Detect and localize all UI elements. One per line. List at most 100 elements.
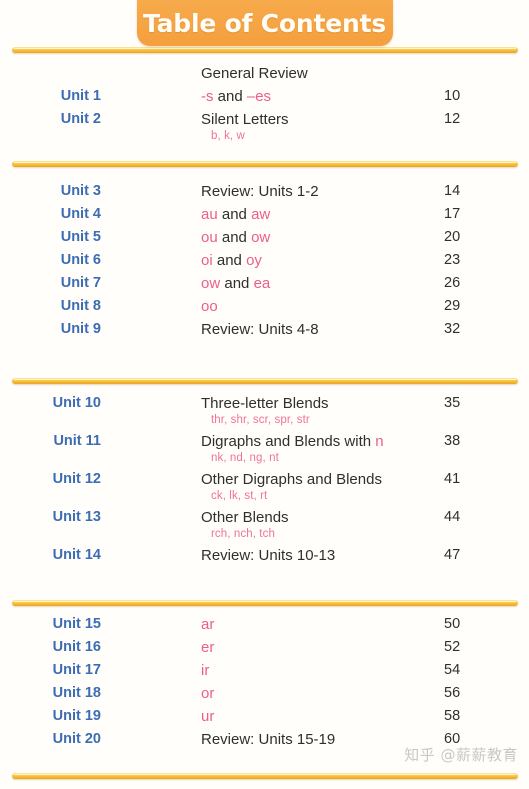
- phonics-token: -s: [201, 88, 214, 105]
- toc-row[interactable]: Unit 19 ur 58: [0, 705, 529, 728]
- phonics-token: ur: [201, 708, 215, 725]
- unit-label: Unit 20: [52, 731, 101, 747]
- page-number: 60: [444, 731, 461, 747]
- page-number: 20: [444, 229, 461, 245]
- page-number: 50: [444, 616, 461, 632]
- phonics-token: au: [201, 206, 218, 223]
- title-token: Other Blends: [201, 509, 289, 526]
- toc-row[interactable]: Unit 15 ar 50: [0, 613, 529, 636]
- entry-title: General Review: [101, 62, 424, 85]
- entry-subtext: b, k, w: [211, 130, 245, 142]
- unit-label: Unit 13: [52, 509, 101, 525]
- toc-section-4: Unit 15 ar 50 Unit 16 er 52 Unit 17 ir 54 Unit 18…: [0, 613, 529, 751]
- toc-row[interactable]: Unit 6 oi and oy 23: [0, 249, 529, 272]
- entry-title: ir: [101, 659, 424, 682]
- toc-row[interactable]: Unit 5 ou and ow 20: [0, 226, 529, 249]
- toc-row[interactable]: Unit 13 Other Blends rch, nch, tch 44: [0, 506, 529, 544]
- page-number: 38: [444, 433, 461, 449]
- phonics-token: ea: [253, 275, 271, 292]
- phonics-token: oi: [201, 252, 213, 269]
- phonics-token: ir: [201, 662, 210, 679]
- entry-title-text: Digraphs and Blends with n: [201, 433, 384, 450]
- unit-label: Unit 4: [60, 206, 101, 222]
- toc-row[interactable]: Unit 7 ow and ea 26: [0, 272, 529, 295]
- page-number: 52: [444, 639, 461, 655]
- entry-title-text: au and aw: [201, 206, 270, 223]
- page-number: 14: [444, 183, 461, 199]
- entry-subtext: nk, nd, ng, nt: [211, 452, 279, 464]
- page-number: 10: [444, 88, 461, 104]
- entry-title: oo: [101, 295, 424, 318]
- toc-row[interactable]: Unit 17 ir 54: [0, 659, 529, 682]
- phonics-token: oo: [201, 298, 218, 315]
- page-number: 12: [444, 111, 461, 127]
- phonics-token: aw: [251, 206, 271, 223]
- entry-title-text: ur: [201, 708, 214, 725]
- entry-title: au and aw: [101, 203, 424, 226]
- toc-row[interactable]: Unit 2 Silent Letters b, k, w 12: [0, 108, 529, 146]
- toc-section-2: Unit 3 Review: Units 1-2 14 Unit 4 au and aw…: [0, 180, 529, 341]
- toc-section-1: General Review Unit 1 -s and –es 10 Unit 2 Si…: [0, 62, 529, 146]
- entry-title: or: [101, 682, 424, 705]
- entry-title: ar: [101, 613, 424, 636]
- phonics-token: ow: [251, 229, 271, 246]
- entry-title-text: Three-letter Blends: [201, 395, 329, 412]
- title-token: and: [213, 88, 247, 105]
- title-token: and: [212, 252, 247, 269]
- unit-label: Unit 2: [60, 111, 101, 127]
- toc-row[interactable]: General Review: [0, 62, 529, 85]
- title-token: Other Digraphs and Blends: [201, 471, 382, 488]
- entry-title-text: Review: Units 10-13: [201, 547, 335, 564]
- entry-subtext: thr, shr, scr, spr, str: [211, 414, 310, 426]
- entry-title-text: Review: Units 1-2: [201, 183, 319, 200]
- title-token: Review: Units 15-19: [201, 731, 336, 748]
- title-token: General Review: [201, 65, 308, 82]
- entry-title: Review: Units 4-8: [101, 318, 424, 341]
- toc-row[interactable]: Unit 11 Digraphs and Blends with n nk, nd,…: [0, 430, 529, 468]
- title-token: Review: Units 1-2: [201, 183, 319, 200]
- entry-title-text: ou and ow: [201, 229, 270, 246]
- divider-rule-bottom: [12, 773, 518, 779]
- toc-row[interactable]: Unit 10 Three-letter Blends thr, shr, scr,…: [0, 392, 529, 430]
- phonics-token: oy: [246, 252, 262, 269]
- toc-row[interactable]: Unit 9 Review: Units 4-8 32: [0, 318, 529, 341]
- page-number: 58: [444, 708, 461, 724]
- page-number: 41: [444, 471, 461, 487]
- entry-title-text: oi and oy: [201, 252, 262, 269]
- title-banner: Table of Contents: [136, 0, 393, 46]
- entry-subtext: ck, lk, st, rt: [211, 490, 268, 502]
- toc-row[interactable]: Unit 4 au and aw 17: [0, 203, 529, 226]
- unit-label: Unit 5: [60, 229, 101, 245]
- title-token: Three-letter Blends: [201, 395, 329, 412]
- toc-row[interactable]: Unit 12 Other Digraphs and Blends ck, lk, …: [0, 468, 529, 506]
- toc-row[interactable]: Unit 18 or 56: [0, 682, 529, 705]
- toc-row[interactable]: Unit 8 oo 29: [0, 295, 529, 318]
- toc-row[interactable]: Unit 20 Review: Units 15-19 60: [0, 728, 529, 751]
- title-token: Silent Letters: [201, 111, 289, 128]
- page-number: 23: [444, 252, 461, 268]
- unit-label: Unit 17: [52, 662, 101, 678]
- unit-label: Unit 6: [60, 252, 101, 268]
- entry-title: Silent Letters b, k, w: [101, 108, 424, 144]
- toc-row[interactable]: Unit 1 -s and –es 10: [0, 85, 529, 108]
- phonics-token: or: [201, 685, 215, 702]
- toc-row[interactable]: Unit 16 er 52: [0, 636, 529, 659]
- phonics-token: –es: [246, 88, 272, 105]
- toc-row[interactable]: Unit 3 Review: Units 1-2 14: [0, 180, 529, 203]
- unit-label: Unit 14: [52, 547, 101, 563]
- entry-title: Review: Units 1-2: [101, 180, 424, 203]
- entry-title: Other Digraphs and Blends ck, lk, st, rt: [101, 468, 424, 504]
- entry-title-text: or: [201, 685, 214, 702]
- entry-title-text: er: [201, 639, 214, 656]
- unit-label: Unit 3: [60, 183, 101, 199]
- title-token: and: [220, 275, 254, 292]
- divider-rule-1: [12, 161, 518, 167]
- page-number: 56: [444, 685, 461, 701]
- divider-rule-3: [12, 600, 518, 606]
- title-token: Review: Units 4-8: [201, 321, 319, 338]
- unit-label: Unit 19: [52, 708, 101, 724]
- divider-rule-2: [12, 378, 518, 384]
- toc-section-3: Unit 10 Three-letter Blends thr, shr, scr,…: [0, 392, 529, 567]
- toc-row[interactable]: Unit 14 Review: Units 10-13 47: [0, 544, 529, 567]
- page-title: Table of Contents: [142, 8, 387, 38]
